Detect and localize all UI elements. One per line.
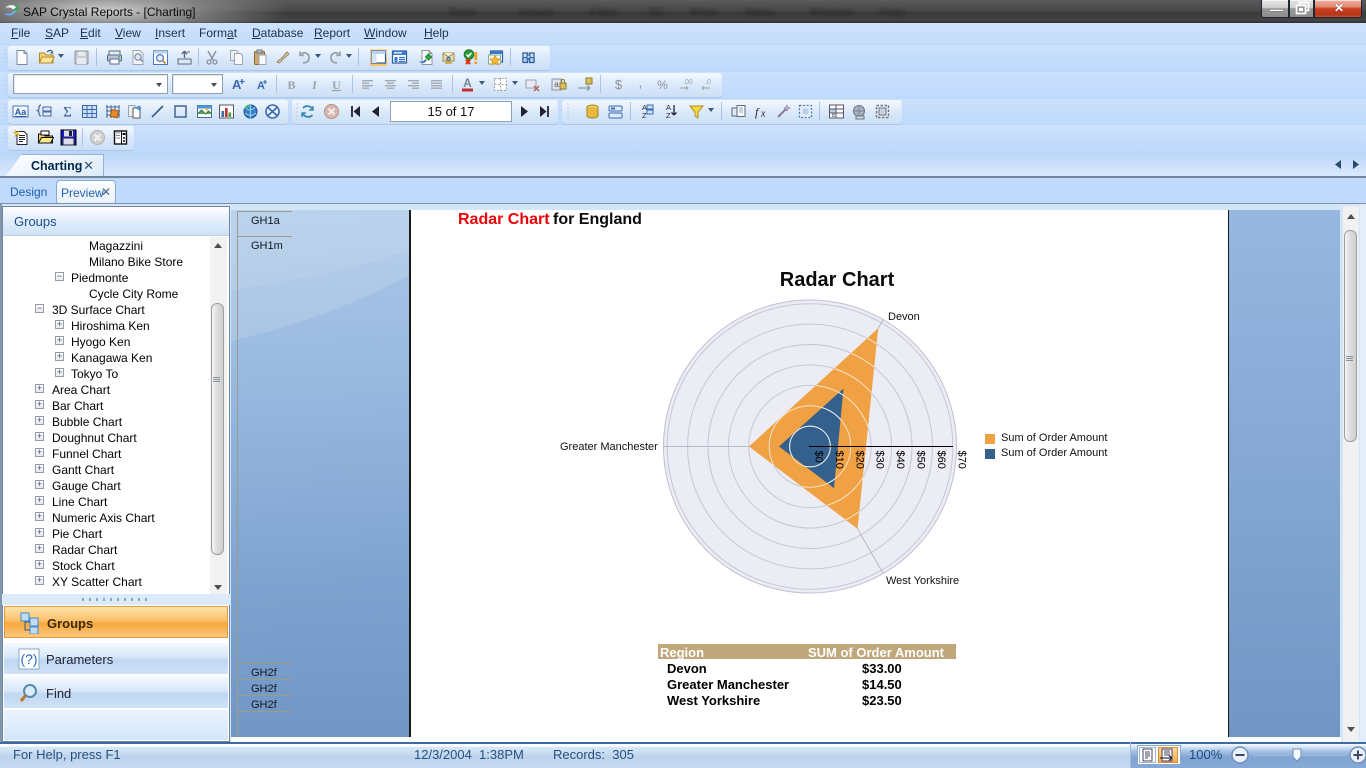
svg-text:$40: $40 [894,451,906,469]
svg-text:Z: Z [666,111,671,120]
svg-text:Z: Z [642,111,647,120]
svg-text:%: % [657,78,668,92]
svg-text:x: x [760,109,766,120]
svg-text:$: $ [615,77,623,92]
svg-text:$10: $10 [833,451,845,469]
svg-text:B: B [287,78,295,92]
svg-text:8: 8 [832,113,835,119]
svg-text:$60: $60 [935,451,947,469]
svg-text:A: A [232,77,242,92]
svg-text:a: a [554,80,559,89]
svg-text:$0: $0 [813,451,825,463]
svg-text:Aa: Aa [15,107,27,117]
svg-text:$50: $50 [915,451,927,469]
svg-text:$30: $30 [874,451,886,469]
svg-text:I: I [311,78,318,92]
svg-text:,: , [639,76,643,90]
svg-text:.00: .00 [683,79,693,86]
svg-text:$70: $70 [955,451,967,469]
svg-text:(?): (?) [20,651,37,667]
svg-text:.0: .0 [705,79,711,86]
svg-text:Σ: Σ [63,105,72,121]
svg-text:A: A [463,76,472,90]
svg-text:f: f [755,105,760,119]
svg-text:$20: $20 [853,451,865,469]
